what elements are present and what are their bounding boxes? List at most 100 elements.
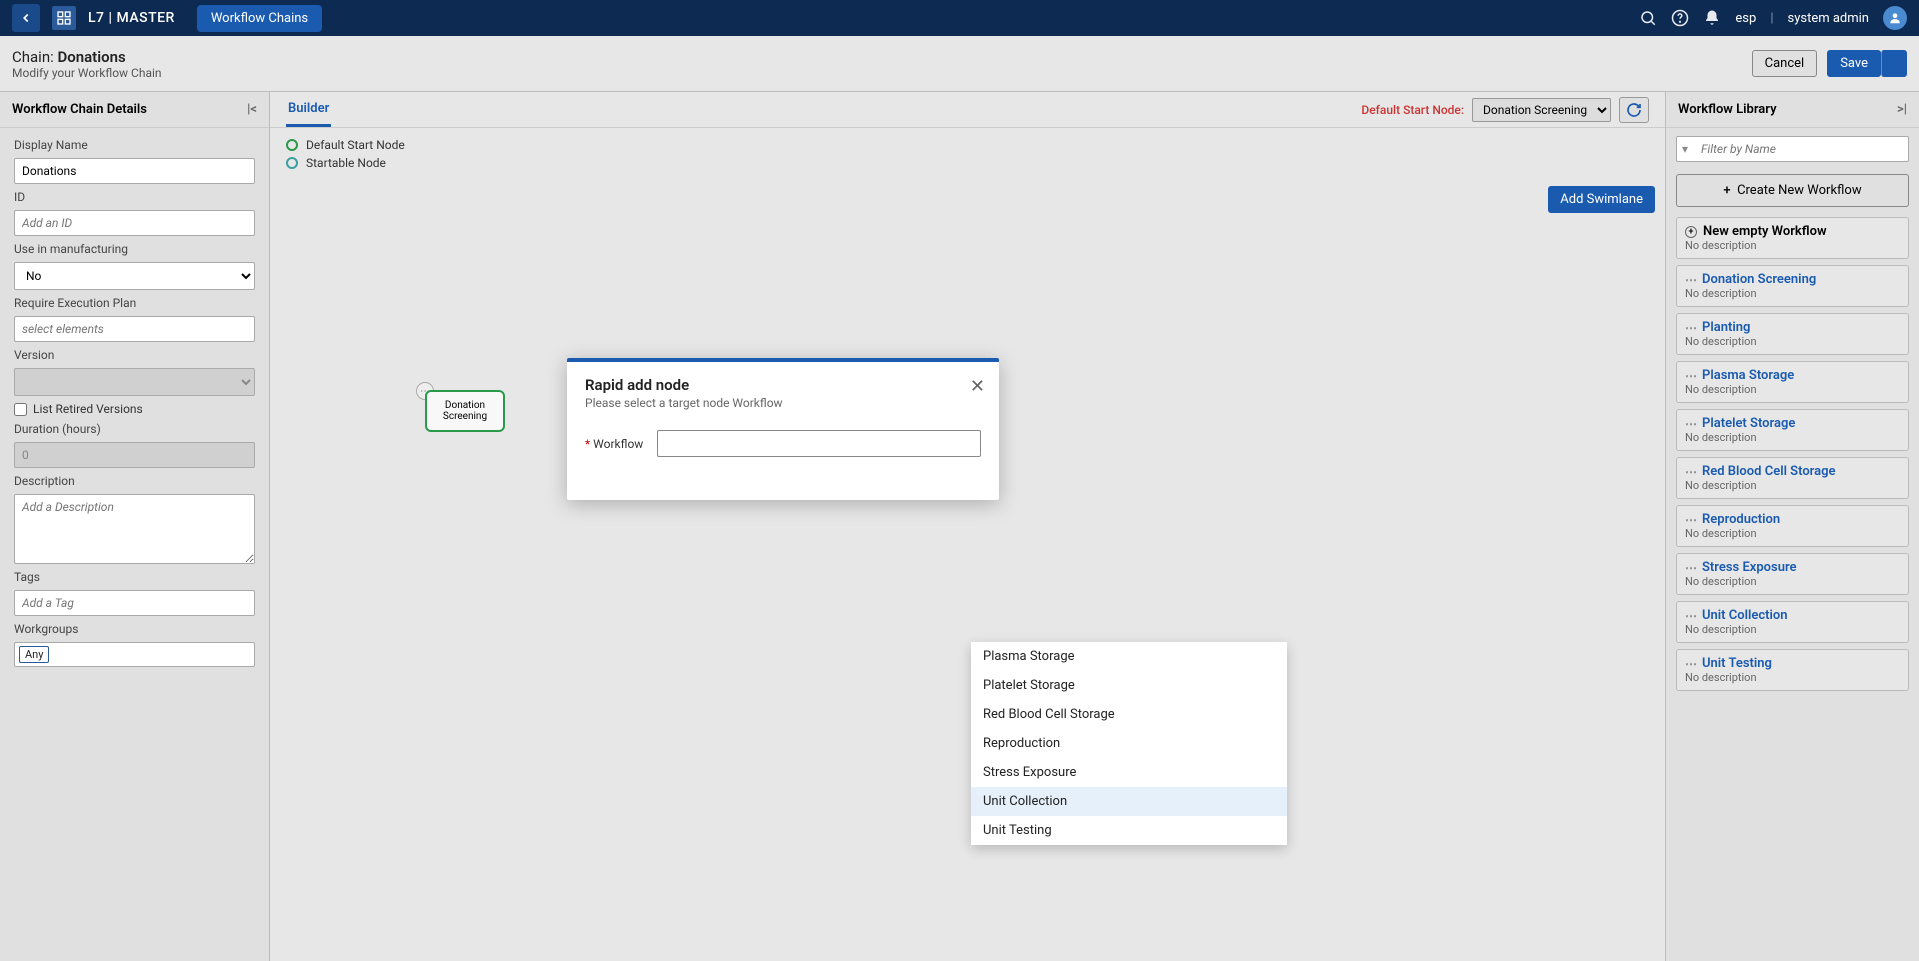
library-item-name: New empty Workflow xyxy=(1703,224,1827,239)
exec-plan-label: Require Execution Plan xyxy=(14,296,255,310)
library-item-desc: No description xyxy=(1685,287,1900,300)
page-title: Chain: Donations xyxy=(12,48,162,66)
manufacturing-select[interactable]: No xyxy=(14,262,255,290)
circle-icon xyxy=(286,157,298,169)
collapse-right-icon[interactable]: >| xyxy=(1897,102,1907,117)
close-icon[interactable]: ✕ xyxy=(970,376,985,397)
save-dropdown-button[interactable] xyxy=(1881,50,1907,77)
library-item[interactable]: ⋯ Red Blood Cell StorageNo description xyxy=(1676,457,1909,499)
library-item[interactable]: ⋯Stress ExposureNo description xyxy=(1676,553,1909,595)
drag-icon: ⋯ xyxy=(1685,321,1696,335)
library-item-name: Stress Exposure xyxy=(1702,560,1797,575)
exec-plan-input[interactable] xyxy=(14,316,255,342)
id-input[interactable] xyxy=(14,210,255,236)
library-item-name: Planting xyxy=(1702,320,1750,335)
add-swimlane-button[interactable]: Add Swimlane xyxy=(1548,186,1655,213)
library-item-desc: No description xyxy=(1685,383,1900,396)
library-item-name: Unit Testing xyxy=(1702,656,1772,671)
version-select[interactable] xyxy=(14,368,255,396)
back-button[interactable] xyxy=(12,4,40,32)
dropdown-option[interactable]: Red Blood Cell Storage xyxy=(971,700,1287,729)
details-title: Workflow Chain Details xyxy=(12,102,147,117)
library-item[interactable]: ⋯Unit CollectionNo description xyxy=(1676,601,1909,643)
manufacturing-label: Use in manufacturing xyxy=(14,242,255,256)
library-item-name: Platelet Storage xyxy=(1702,416,1795,431)
workflow-dropdown: Plasma StoragePlatelet StorageRed Blood … xyxy=(971,642,1287,845)
default-start-label: Default Start Node: xyxy=(1361,103,1464,117)
drag-icon: ⋯ xyxy=(1685,513,1696,527)
create-workflow-button[interactable]: + Create New Workflow xyxy=(1676,174,1909,207)
builder-panel: Builder Default Start Node: Donation Scr… xyxy=(270,92,1665,961)
app-title: L7 | MASTER xyxy=(88,10,175,26)
retired-checkbox[interactable] xyxy=(14,403,27,416)
tags-input[interactable] xyxy=(14,590,255,616)
drag-icon: ⋯ xyxy=(1685,369,1696,383)
library-item[interactable]: ⋯ Plasma StorageNo description xyxy=(1676,361,1909,403)
workflow-field-label: *Workflow xyxy=(585,437,643,451)
duration-input xyxy=(14,442,255,468)
dropdown-option[interactable]: Platelet Storage xyxy=(971,671,1287,700)
dropdown-option[interactable]: Unit Collection xyxy=(971,787,1287,816)
default-start-select[interactable]: Donation Screening xyxy=(1472,98,1611,122)
library-item[interactable]: ⋯ PlantingNo description xyxy=(1676,313,1909,355)
lang-label[interactable]: esp xyxy=(1735,11,1756,26)
subheader: Chain: Donations Modify your Workflow Ch… xyxy=(0,36,1919,92)
library-item[interactable]: +New empty WorkflowNo description xyxy=(1676,217,1909,259)
builder-canvas[interactable]: Add Swimlane ⋯ Donation Screening Rapid … xyxy=(270,180,1665,961)
dropdown-option[interactable]: Unit Testing xyxy=(971,816,1287,845)
avatar[interactable] xyxy=(1883,6,1907,30)
tab-workflow-chains[interactable]: Workflow Chains xyxy=(197,5,322,32)
user-label[interactable]: system admin xyxy=(1788,11,1870,26)
dropdown-option[interactable]: Stress Exposure xyxy=(971,758,1287,787)
modal-subtitle: Please select a target node Workflow xyxy=(585,396,981,410)
app-logo-icon xyxy=(52,6,76,30)
drag-icon: ⋯ xyxy=(1685,273,1696,287)
library-item-desc: No description xyxy=(1685,575,1900,588)
id-label: ID xyxy=(14,190,255,204)
library-item[interactable]: ⋯ReproductionNo description xyxy=(1676,505,1909,547)
display-name-input[interactable] xyxy=(14,158,255,184)
drag-icon: ⋯ xyxy=(1685,417,1696,431)
refresh-button[interactable] xyxy=(1619,97,1649,123)
dropdown-option[interactable]: Reproduction xyxy=(971,729,1287,758)
search-icon[interactable] xyxy=(1639,9,1657,27)
page-subtitle: Modify your Workflow Chain xyxy=(12,66,162,80)
workgroups-input[interactable]: Any xyxy=(14,642,255,667)
tags-label: Tags xyxy=(14,570,255,584)
retired-label: List Retired Versions xyxy=(33,402,143,416)
filter-input[interactable] xyxy=(1676,136,1909,162)
library-item[interactable]: ⋯Unit TestingNo description xyxy=(1676,649,1909,691)
library-item[interactable]: ⋯Donation ScreeningNo description xyxy=(1676,265,1909,307)
refresh-icon xyxy=(1626,102,1642,118)
user-icon xyxy=(1888,11,1902,25)
chevron-left-icon xyxy=(19,11,33,25)
description-label: Description xyxy=(14,474,255,488)
help-icon[interactable] xyxy=(1671,9,1689,27)
circle-icon xyxy=(286,139,298,151)
workgroup-chip[interactable]: Any xyxy=(19,646,49,663)
plus-icon: + xyxy=(1685,226,1697,238)
library-item-name: Plasma Storage xyxy=(1702,368,1794,383)
bell-icon[interactable] xyxy=(1703,9,1721,27)
duration-label: Duration (hours) xyxy=(14,422,255,436)
sidebar-details: Workflow Chain Details |< Display Name I… xyxy=(0,92,270,961)
modal-rapid-add: Rapid add node Please select a target no… xyxy=(567,358,999,500)
tab-builder[interactable]: Builder xyxy=(286,93,331,127)
library-item-name: Red Blood Cell Storage xyxy=(1702,464,1836,479)
library-item-desc: No description xyxy=(1685,335,1900,348)
dropdown-option[interactable]: Plasma Storage xyxy=(971,642,1287,671)
drag-icon: ⋯ xyxy=(1685,465,1696,479)
collapse-left-icon[interactable]: |< xyxy=(247,102,257,117)
library-item-desc: No description xyxy=(1685,527,1900,540)
library-item-desc: No description xyxy=(1685,479,1900,492)
node-donation-screening[interactable]: Donation Screening xyxy=(425,390,505,432)
workflow-field-input[interactable] xyxy=(657,430,981,457)
drag-icon: ⋯ xyxy=(1685,609,1696,623)
cancel-button[interactable]: Cancel xyxy=(1752,50,1818,77)
save-button[interactable]: Save xyxy=(1827,50,1881,77)
library-item-desc: No description xyxy=(1685,671,1900,684)
legend-startable: Startable Node xyxy=(286,156,1649,170)
library-item-name: Unit Collection xyxy=(1702,608,1788,623)
description-textarea[interactable] xyxy=(14,494,255,564)
library-item[interactable]: ⋯Platelet StorageNo description xyxy=(1676,409,1909,451)
